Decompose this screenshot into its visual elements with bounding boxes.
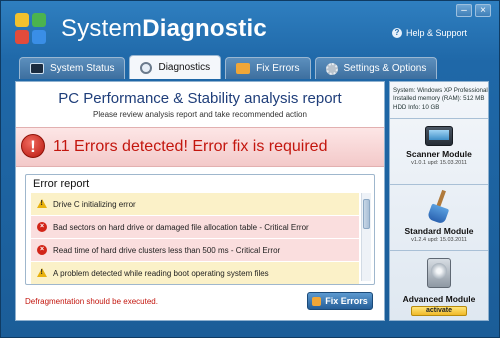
module-version: v1.0.1 upd: 15.03.2011: [411, 160, 467, 166]
module-title: Standard Module: [404, 226, 474, 236]
scanner-module[interactable]: Scanner Module v1.0.1 upd: 15.03.2011: [390, 126, 488, 166]
monitor-icon: [30, 63, 44, 74]
report-title: PC Performance & Stability analysis repo…: [58, 90, 342, 107]
wrench-icon: [236, 63, 251, 74]
status-bar: [15, 323, 489, 331]
error-banner: ! 11 Errors detected! Error fix is requi…: [16, 127, 384, 167]
gear-icon: [325, 62, 338, 75]
tab-settings[interactable]: Settings & Options: [314, 57, 438, 79]
tab-label: Fix Errors: [256, 63, 300, 74]
error-x-icon: ×: [37, 245, 47, 255]
tab-bar: System Status Diagnostics Fix Errors Set…: [19, 55, 438, 79]
diagnostics-panel: PC Performance & Stability analysis repo…: [15, 81, 385, 321]
error-x-icon: ×: [37, 222, 47, 232]
help-support-link[interactable]: ? Help & Support: [391, 28, 467, 38]
system-hdd-text: HDD Info: 10 GB: [393, 103, 440, 111]
list-item[interactable]: × Read time of hard drive clusters less …: [31, 239, 359, 261]
list-item[interactable]: A problem detected while reading boot op…: [31, 262, 359, 284]
wrench-icon: [312, 296, 322, 306]
hard-drive-icon: [425, 256, 453, 292]
system-ram-text: Installed memory (RAM): 512 MB: [393, 95, 485, 103]
scrollbar-thumb[interactable]: [363, 199, 370, 229]
app-title-bold: Diagnostic: [142, 15, 267, 42]
list-item-text: Bad sectors on hard drive or damaged fil…: [53, 222, 309, 232]
advanced-module[interactable]: Advanced Module activate: [390, 256, 488, 316]
system-info: System: Windows XP Professional Installe…: [393, 87, 488, 112]
list-item[interactable]: Drive C initializing error: [31, 193, 359, 215]
error-list-scrollbar[interactable]: [361, 193, 371, 281]
puzzle-logo-icon: [15, 13, 49, 47]
standard-module[interactable]: Standard Module v1.2.4 upd: 15.03.2011: [390, 189, 488, 243]
report-subtitle: Please review analysis report and take r…: [93, 110, 307, 119]
fix-errors-label: Fix Errors: [325, 296, 368, 306]
modules-sidebar: System: Windows XP Professional Installe…: [389, 81, 489, 321]
list-item-text: A problem detected while reading boot op…: [53, 268, 269, 278]
list-item-text: Drive C initializing error: [53, 199, 136, 209]
app-title: SystemDiagnostic: [61, 15, 267, 43]
app-title-regular: System: [61, 15, 143, 42]
list-item[interactable]: × Bad sectors on hard drive or damaged f…: [31, 216, 359, 238]
magnifier-icon: [140, 61, 153, 74]
list-item-text: Read time of hard drive clusters less th…: [53, 245, 281, 255]
warning-icon: [37, 199, 47, 208]
help-support-label: Help & Support: [405, 28, 467, 38]
error-report-box: Error report Drive C initializing error …: [25, 174, 375, 285]
error-icon: !: [21, 134, 45, 158]
divider: [390, 250, 488, 251]
minimize-icon[interactable]: –: [456, 4, 472, 17]
help-icon: ?: [391, 28, 402, 38]
error-report-title: Error report: [33, 178, 90, 190]
tab-label: Diagnostics: [158, 62, 211, 73]
module-version: v1.2.4 upd: 15.03.2011: [411, 237, 467, 243]
broom-icon: [425, 189, 453, 225]
close-icon[interactable]: ×: [475, 4, 491, 17]
tab-system-status[interactable]: System Status: [19, 57, 126, 79]
tab-diagnostics[interactable]: Diagnostics: [129, 55, 222, 79]
tab-label: System Status: [50, 63, 115, 74]
system-os-text: System: Windows XP Professional: [393, 87, 488, 94]
module-title: Scanner Module: [406, 149, 472, 159]
tab-label: Settings & Options: [343, 63, 427, 74]
scanner-icon: [425, 126, 453, 146]
module-title: Advanced Module: [402, 294, 476, 304]
divider: [390, 118, 488, 119]
app-window: SystemDiagnostic – × ? Help & Support Sy…: [0, 0, 500, 338]
defragmentation-note: Defragmentation should be executed.: [25, 297, 158, 306]
divider: [390, 184, 488, 185]
error-headline: 11 Errors detected! Error fix is require…: [53, 138, 328, 155]
activate-button[interactable]: activate: [411, 306, 467, 316]
warning-icon: [37, 268, 47, 277]
tab-fix-errors[interactable]: Fix Errors: [225, 57, 311, 79]
error-list: Drive C initializing error × Bad sectors…: [31, 193, 359, 285]
window-controls: – ×: [456, 4, 491, 17]
fix-errors-button[interactable]: Fix Errors: [307, 292, 373, 310]
